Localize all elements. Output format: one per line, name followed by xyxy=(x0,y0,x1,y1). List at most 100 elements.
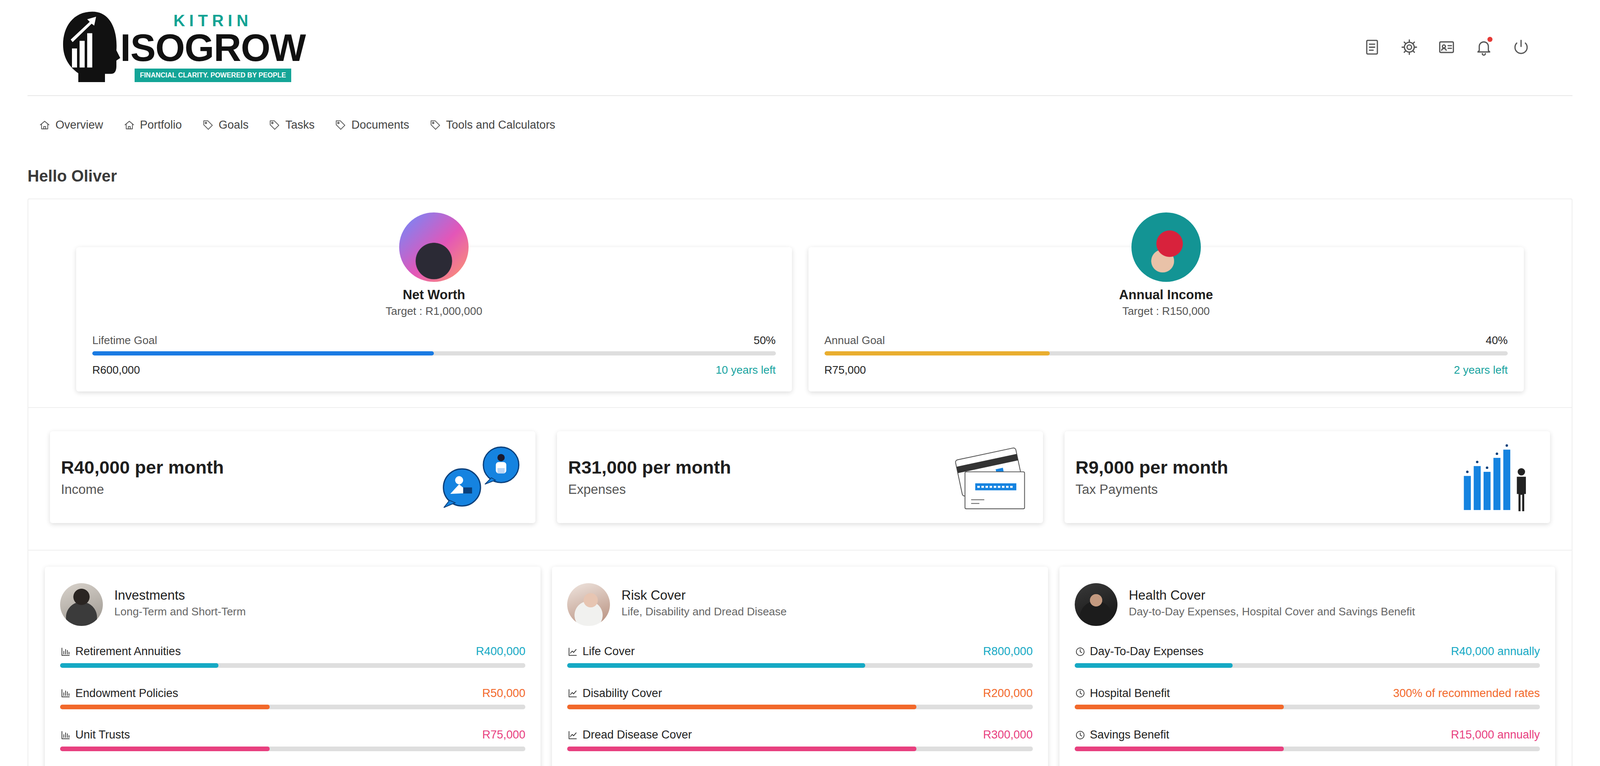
nav-label[interactable]: Portfolio xyxy=(140,116,183,134)
category-header: Health CoverDay-to-Day Expenses, Hospita… xyxy=(1074,583,1540,627)
category-row[interactable]: Retirement Annuities R400,000 xyxy=(60,644,526,668)
tag-icon[interactable] xyxy=(202,119,214,131)
nav-label[interactable]: Goals xyxy=(218,116,249,134)
progress-track xyxy=(567,704,1033,710)
progress-track xyxy=(824,351,1509,356)
id-card-icon[interactable] xyxy=(1437,38,1456,57)
nav-label[interactable]: Tasks xyxy=(285,116,315,134)
goal-remaining: 10 years left xyxy=(715,363,776,378)
category-row[interactable]: Day-To-Day Expenses R40,000 annually xyxy=(1074,644,1540,668)
nav-item[interactable]: Documents xyxy=(334,116,410,134)
goal-percent: 50% xyxy=(753,333,776,348)
progress-fill xyxy=(60,704,270,710)
goal: Annual IncomeTarget : R150,000Annual Goa… xyxy=(808,212,1525,392)
progress-fill-color xyxy=(567,704,916,710)
document-button[interactable] xyxy=(1362,38,1382,57)
row-value: R40,000 annually xyxy=(1451,644,1540,660)
progress-fill xyxy=(1074,704,1285,710)
progress-fill xyxy=(824,351,1051,356)
summary-amount: R9,000 per month xyxy=(1075,456,1229,479)
category-row[interactable]: Unit TrustsR75,000 xyxy=(60,728,526,752)
progress-fill xyxy=(567,746,916,752)
category-title: Risk Cover xyxy=(621,587,787,604)
goal-percent: 40% xyxy=(1485,333,1508,348)
nav-item[interactable]: Tasks xyxy=(268,116,315,134)
tag-icon[interactable] xyxy=(429,119,442,131)
goal: Net WorthTarget : R1,000,000Lifetime Goa… xyxy=(76,212,792,392)
progress-track xyxy=(1074,746,1540,752)
clock-icon xyxy=(1074,687,1086,699)
category-row-label: Day-To-Day Expenses xyxy=(1074,644,1204,660)
clock-icon xyxy=(1074,646,1086,658)
logo-tagline: FINANCIAL CLARITY. POWERED BY PEOPLE xyxy=(134,68,291,83)
gear-button[interactable] xyxy=(1400,38,1419,57)
category-row-line: Disability CoverR200,000 xyxy=(567,686,1033,701)
row-label: Hospital Benefit xyxy=(1089,686,1170,701)
toolbar xyxy=(1362,38,1531,57)
progress-track xyxy=(60,746,526,752)
goal-target: Target : R150,000 xyxy=(824,304,1509,319)
top-bar: KITRINISOGROWFINANCIAL CLARITY. POWERED … xyxy=(27,0,1573,97)
summary-card[interactable]: R31,000 per month Expenses xyxy=(557,431,1043,524)
summary-amount: R31,000 per month xyxy=(568,456,732,479)
category-row-label: Life Cover xyxy=(567,644,635,660)
summary-label: Expenses xyxy=(568,481,732,498)
progress-fill-color xyxy=(1074,746,1285,752)
summary-amount: R40,000 per month xyxy=(60,456,224,479)
row-label: Retirement Annuities xyxy=(75,644,181,660)
nav-label[interactable]: Documents xyxy=(351,116,410,134)
summary-card[interactable]: R40,000 per monthIncome xyxy=(49,431,536,524)
home-icon[interactable] xyxy=(38,119,51,131)
progress-track xyxy=(567,663,1033,668)
nav-label[interactable]: Tools and Calculators xyxy=(446,116,556,134)
goal-title: Annual Income xyxy=(824,286,1509,303)
bar-chart-icon xyxy=(60,729,72,741)
category-row-label: Endowment Policies xyxy=(60,686,179,701)
summary-card[interactable]: R9,000 per monthTax Payments xyxy=(1064,431,1551,524)
row-label: Savings Benefit xyxy=(1089,728,1170,743)
goal-remaining: 2 years left xyxy=(1453,363,1508,378)
progress-fill-color xyxy=(60,704,270,710)
category-row[interactable]: Savings BenefitR15,000 annually xyxy=(1074,728,1540,752)
power-icon[interactable] xyxy=(1511,38,1531,57)
row-label: Day-To-Day Expenses xyxy=(1089,644,1204,660)
progress-fill-color xyxy=(1074,704,1285,710)
chart-illustration-icon xyxy=(1454,442,1540,513)
tag-icon[interactable] xyxy=(334,119,347,131)
power-button[interactable] xyxy=(1511,38,1531,57)
unread-dot xyxy=(1487,36,1493,42)
category-row-line: Endowment PoliciesR50,000 xyxy=(60,686,526,701)
logo-head-icon xyxy=(59,8,123,87)
nav-item[interactable]: Overview xyxy=(38,116,104,134)
row-label: Unit Trusts xyxy=(75,728,130,743)
main-nav: Overview Portfolio Goals Tasks Documents Tool… xyxy=(27,96,1573,134)
people-illustration-icon xyxy=(439,442,525,513)
document-icon[interactable] xyxy=(1362,38,1382,57)
tag-icon[interactable] xyxy=(268,119,281,131)
logo-brand: KITRIN xyxy=(173,12,253,31)
category-row[interactable]: Dread Disease CoverR300,000 xyxy=(567,728,1033,752)
nav-item[interactable]: Portfolio xyxy=(123,116,183,134)
progress-fill-color xyxy=(567,746,916,752)
nav-item[interactable]: Goals xyxy=(202,116,249,134)
home-icon[interactable] xyxy=(123,119,136,131)
categories-section: InvestmentsLong-Term and Short-TermRetir… xyxy=(28,550,1572,766)
category-header: Risk CoverLife, Disability and Dread Dis… xyxy=(567,583,1033,627)
progress-fill xyxy=(1074,746,1285,752)
category-row[interactable]: Hospital Benefit 300% of recommended rate… xyxy=(1074,686,1540,710)
idcard-button[interactable] xyxy=(1437,38,1456,57)
category-row[interactable]: Endowment PoliciesR50,000 xyxy=(60,686,526,710)
notifications-button[interactable] xyxy=(1474,38,1493,57)
category-row[interactable]: Disability CoverR200,000 xyxy=(567,686,1033,710)
dashboard-panel: Net WorthTarget : R1,000,000Lifetime Goa… xyxy=(27,198,1573,766)
logo[interactable]: KITRINISOGROWFINANCIAL CLARITY. POWERED … xyxy=(59,8,306,87)
goal-value-row: R600,00010 years left xyxy=(92,363,776,378)
gear-icon[interactable] xyxy=(1400,38,1419,57)
nav-label[interactable]: Overview xyxy=(55,116,104,134)
progress-track xyxy=(60,704,526,710)
category-row[interactable]: Life CoverR800,000 xyxy=(567,644,1033,668)
row-value: R400,000 xyxy=(475,644,526,660)
row-value: 300% of recommended rates xyxy=(1393,686,1540,701)
goal-label-row: Lifetime Goal50% xyxy=(92,333,776,348)
nav-item[interactable]: Tools and Calculators xyxy=(429,116,556,134)
